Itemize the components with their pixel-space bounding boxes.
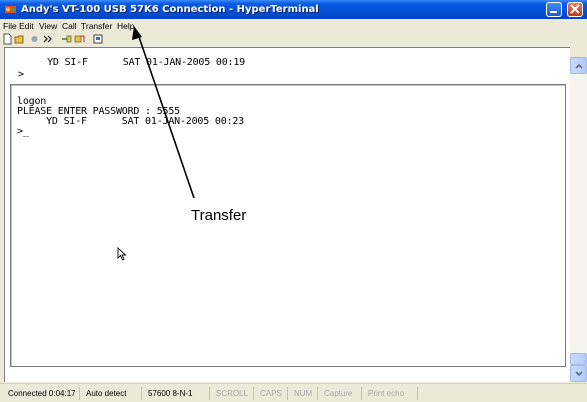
status-connected: Connected 0:04:17 xyxy=(6,387,80,400)
status-scroll: SCROLL xyxy=(214,387,254,400)
scroll-thumb[interactable] xyxy=(570,353,587,365)
scroll-up-button[interactable] xyxy=(570,57,587,74)
terminal-top-line-2: > xyxy=(18,69,24,80)
properties-icon[interactable] xyxy=(93,33,104,45)
scroll-down-button[interactable] xyxy=(570,365,587,382)
chevron-up-icon xyxy=(575,63,583,69)
status-capture: Capture xyxy=(322,387,362,400)
menu-help[interactable]: Help xyxy=(117,20,134,32)
menu-view[interactable]: View xyxy=(39,20,57,32)
status-num: NUM xyxy=(292,387,318,400)
connect-icon[interactable] xyxy=(29,33,40,45)
terminal-top-line-1: YD SI-F SAT 01-JAN-2005 00:19 xyxy=(18,57,245,68)
minimize-button[interactable] xyxy=(546,2,562,17)
receive-icon[interactable] xyxy=(74,33,85,45)
status-detect: Auto detect xyxy=(84,387,142,400)
menu-file[interactable]: File xyxy=(3,20,17,32)
terminal-line-timestamp: YD SI-F SAT 01-JAN-2005 00:23 xyxy=(17,116,244,127)
close-button[interactable] xyxy=(567,2,583,17)
title-bar[interactable]: Andy's VT-100 USB 57K6 Connection - Hype… xyxy=(0,0,587,19)
mouse-pointer-icon xyxy=(117,247,127,261)
toolbar xyxy=(0,33,587,46)
status-print-echo: Print echo xyxy=(366,387,418,400)
status-bar: Connected 0:04:17 Auto detect 57600 8-N-… xyxy=(0,383,587,402)
menu-call[interactable]: Call xyxy=(62,20,77,32)
window-title: Andy's VT-100 USB 57K6 Connection - Hype… xyxy=(21,4,319,15)
status-caps: CAPS xyxy=(258,387,288,400)
menu-transfer[interactable]: Transfer xyxy=(81,20,112,32)
annotation-label: Transfer xyxy=(191,207,247,224)
open-icon[interactable] xyxy=(14,33,25,45)
send-icon[interactable] xyxy=(61,33,72,45)
disconnect-icon[interactable] xyxy=(42,33,53,45)
menu-bar: File Edit View Call Transfer Help xyxy=(0,19,587,33)
chevron-down-icon xyxy=(575,371,583,377)
menu-edit[interactable]: Edit xyxy=(19,20,34,32)
status-params: 57600 8-N-1 xyxy=(146,387,210,400)
terminal-prompt-line: >_ xyxy=(17,126,29,137)
new-icon[interactable] xyxy=(2,33,13,45)
vertical-scrollbar[interactable] xyxy=(570,57,587,382)
close-icon xyxy=(570,4,580,14)
hyperterminal-window: Andy's VT-100 USB 57K6 Connection - Hype… xyxy=(0,0,587,402)
hyperterminal-app-icon[interactable] xyxy=(4,3,17,16)
